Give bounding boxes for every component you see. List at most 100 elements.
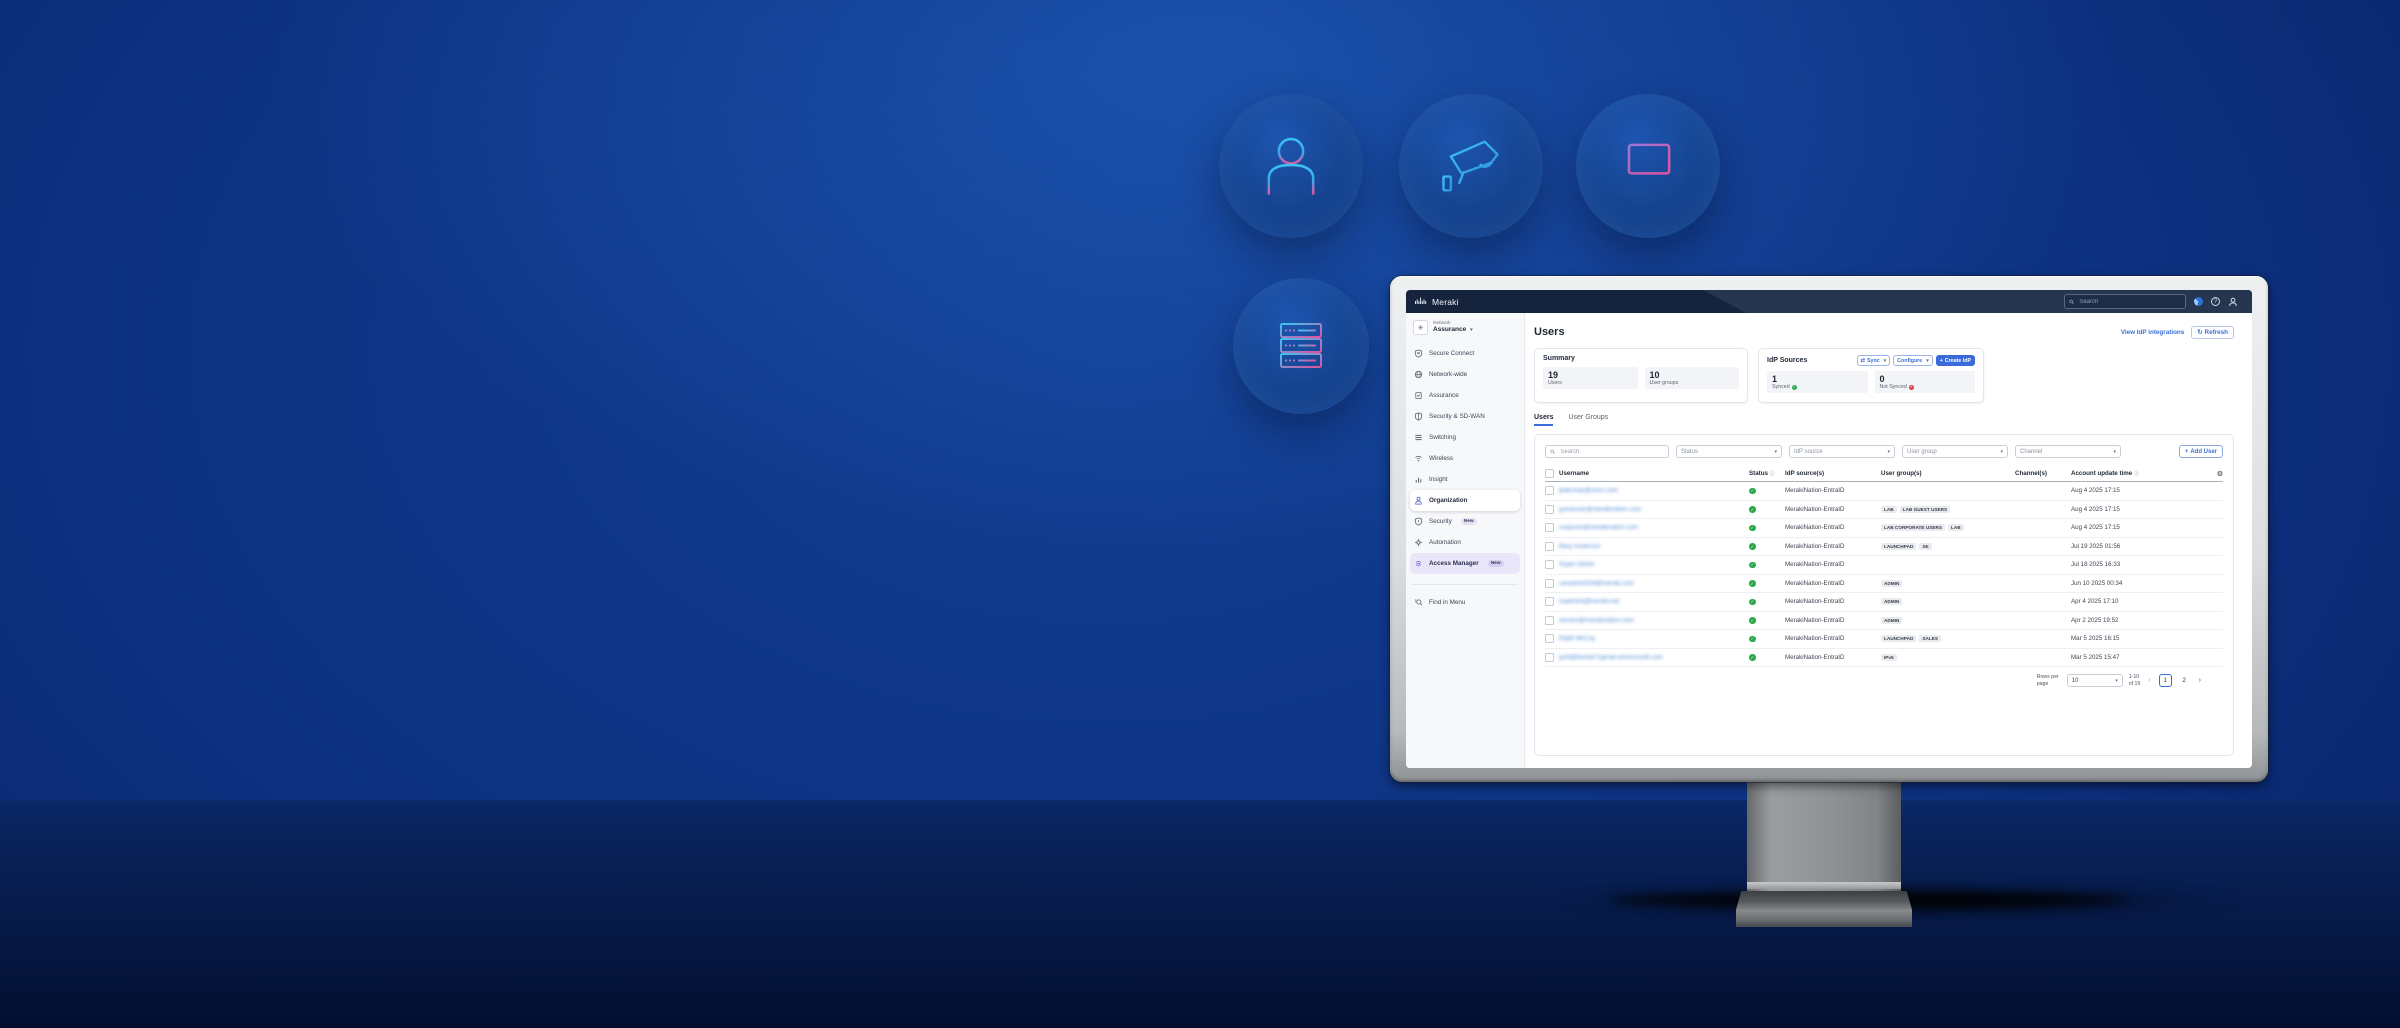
sidebar-item-access-manager[interactable]: Access Manager New xyxy=(1410,553,1520,574)
sidebar-item-organization[interactable]: Organization xyxy=(1410,490,1520,511)
rows-per-page-select[interactable]: 10▾ xyxy=(2067,674,2123,687)
select-all-checkbox[interactable] xyxy=(1545,469,1554,478)
tab-user-groups[interactable]: User Groups xyxy=(1568,414,1608,426)
status-synced-icon: ✓ xyxy=(1749,599,1756,606)
synced-ok-icon: ✓ xyxy=(1792,385,1797,390)
table-header-row: Username Status ⓘ IdP source(s) User gro… xyxy=(1545,466,2223,482)
row-checkbox[interactable] xyxy=(1545,597,1554,606)
next-page-icon[interactable]: › xyxy=(2197,677,2203,684)
table-search[interactable] xyxy=(1545,445,1669,458)
user-group-filter[interactable]: User group▾ xyxy=(1902,445,2008,458)
row-checkbox[interactable] xyxy=(1545,560,1554,569)
username-link[interactable]: Super Admin xyxy=(1559,561,1749,568)
idp-source-filter[interactable]: IdP source▾ xyxy=(1789,445,1895,458)
sidebar-item-wireless[interactable]: Wireless xyxy=(1406,448,1524,469)
username-link[interactable]: guestuser@merakination.com xyxy=(1559,506,1749,513)
status-filter[interactable]: Status▾ xyxy=(1676,445,1782,458)
table-settings-gear-icon[interactable]: ⚙ xyxy=(2211,470,2223,478)
page-2-button[interactable]: 2 xyxy=(2178,674,2191,687)
table-row: corpuser@merakination.com ✓ MerakiNation… xyxy=(1545,519,2223,538)
dashboard-screen: Meraki ? ✳ xyxy=(1406,290,2252,768)
username-link[interactable]: corpuser@merakination.com xyxy=(1559,524,1749,531)
not-synced-stat: 0 Not Synced✕ xyxy=(1875,371,1976,393)
username-link[interactable]: casadmin534@meraki.com xyxy=(1559,580,1749,587)
updated-cell: Jul 18 2025 16:33 xyxy=(2071,561,2211,568)
row-checkbox[interactable] xyxy=(1545,616,1554,625)
users-stat: 19 Users xyxy=(1543,367,1638,389)
user-group-pill: SALES xyxy=(1919,635,1941,642)
view-idp-integrations-link[interactable]: View IdP integrations xyxy=(2121,329,2184,336)
username-link[interactable]: jkakumar@cisco.com xyxy=(1559,487,1749,494)
summary-title: Summary xyxy=(1543,355,1739,362)
sync-button[interactable]: ⇄Sync▾ xyxy=(1857,355,1891,366)
updated-cell: Aug 4 2025 17:15 xyxy=(2071,487,2211,494)
username-link[interactable]: Mary Anderson xyxy=(1559,543,1749,550)
col-updated: Account update time ⓘ xyxy=(2071,470,2211,477)
global-search[interactable] xyxy=(2064,294,2186,309)
table-row: service@merakination.com ✓ MerakiNation-… xyxy=(1545,612,2223,631)
username-link[interactable]: ipv6@banda71gmail.onmicrosoft.com xyxy=(1559,654,1749,661)
updated-cell: Aug 4 2025 17:15 xyxy=(2071,524,2211,531)
row-checkbox[interactable] xyxy=(1545,505,1554,514)
page-1-button[interactable]: 1 xyxy=(2159,674,2172,687)
idp-source-cell: MerakiNation-EntraID xyxy=(1785,598,1881,605)
row-checkbox[interactable] xyxy=(1545,634,1554,643)
table-search-input[interactable] xyxy=(1558,448,1664,456)
sidebar-item-network-wide[interactable]: Network-wide xyxy=(1406,364,1524,385)
table-row: jkakumar@cisco.com ✓ MerakiNation-EntraI… xyxy=(1545,482,2223,501)
username-link[interactable]: service@merakination.com xyxy=(1559,617,1749,624)
username-link[interactable]: Elijah McCoy xyxy=(1559,635,1749,642)
account-icon[interactable] xyxy=(2228,297,2238,307)
col-username: Username xyxy=(1559,470,1749,477)
updated-cell: Jun 10 2025 00:34 xyxy=(2071,580,2211,587)
idp-source-cell: MerakiNation-EntraID xyxy=(1785,543,1881,550)
configure-button[interactable]: Configure▾ xyxy=(1893,355,1933,366)
sidebar-item-find-in-menu[interactable]: Find in Menu xyxy=(1412,592,1518,613)
network-selector-icon: ✳ xyxy=(1413,320,1428,335)
status-synced-icon: ✓ xyxy=(1749,636,1756,643)
user-groups-cell: ADMIN xyxy=(1881,617,2015,624)
tabs: Users User Groups xyxy=(1534,414,2234,426)
sidebar-item-assurance[interactable]: Assurance xyxy=(1406,385,1524,406)
user-groups-cell: LAB CORPORATE USERSLAB xyxy=(1881,524,2015,531)
top-navbar: Meraki ? xyxy=(1406,290,2252,313)
row-checkbox[interactable] xyxy=(1545,542,1554,551)
row-checkbox[interactable] xyxy=(1545,523,1554,532)
username-link[interactable]: tsadmin4@meraki.net xyxy=(1559,598,1749,605)
prev-page-icon[interactable]: ‹ xyxy=(2146,677,2152,684)
help-icon[interactable]: ? xyxy=(2211,297,2220,306)
tab-users[interactable]: Users xyxy=(1534,414,1553,426)
sidebar-item-automation[interactable]: Automation xyxy=(1406,532,1524,553)
create-idp-button[interactable]: +Create IdP xyxy=(1936,355,1975,366)
monitor-stand-base xyxy=(1736,891,1912,927)
status-synced-icon: ✓ xyxy=(1749,488,1756,495)
channel-filter[interactable]: Channel▾ xyxy=(2015,445,2121,458)
wifi-icon xyxy=(1414,454,1423,463)
fingerprint-icon xyxy=(1414,559,1423,568)
row-checkbox[interactable] xyxy=(1545,653,1554,662)
network-selector[interactable]: ✳ Network Assurance ▾ xyxy=(1413,320,1517,335)
brand[interactable]: Meraki xyxy=(1415,297,1459,307)
chevron-down-icon: ▾ xyxy=(2113,449,2116,455)
add-user-button[interactable]: +Add User xyxy=(2179,445,2223,458)
new-badge: New xyxy=(1461,518,1477,525)
progress-icon[interactable] xyxy=(2194,297,2203,306)
sidebar-item-switching[interactable]: Switching xyxy=(1406,427,1524,448)
sidebar-item-security[interactable]: Security New xyxy=(1406,511,1524,532)
table-row: ipv6@banda71gmail.onmicrosoft.com ✓ Mera… xyxy=(1545,649,2223,668)
pagination-range: 1-10of 19 xyxy=(2129,674,2141,687)
user-group-pill: SE xyxy=(1919,543,1931,550)
updated-cell: Apr 2 2025 19:52 xyxy=(2071,617,2211,624)
clipboard-check-icon xyxy=(1414,391,1423,400)
row-checkbox[interactable] xyxy=(1545,579,1554,588)
refresh-button[interactable]: ↻ Refresh xyxy=(2191,326,2234,339)
chevron-down-icon: ▾ xyxy=(1774,449,1777,455)
sidebar-item-secure-connect[interactable]: Secure Connect xyxy=(1406,343,1524,364)
info-icon: ⓘ xyxy=(2134,471,2139,477)
sidebar-item-security-sdwan[interactable]: Security & SD-WAN xyxy=(1406,406,1524,427)
updated-cell: Aug 4 2025 17:15 xyxy=(2071,506,2211,513)
security-camera-icon xyxy=(1434,129,1508,203)
global-search-input[interactable] xyxy=(2077,298,2181,306)
row-checkbox[interactable] xyxy=(1545,486,1554,495)
sidebar-item-insight[interactable]: Insight xyxy=(1406,469,1524,490)
